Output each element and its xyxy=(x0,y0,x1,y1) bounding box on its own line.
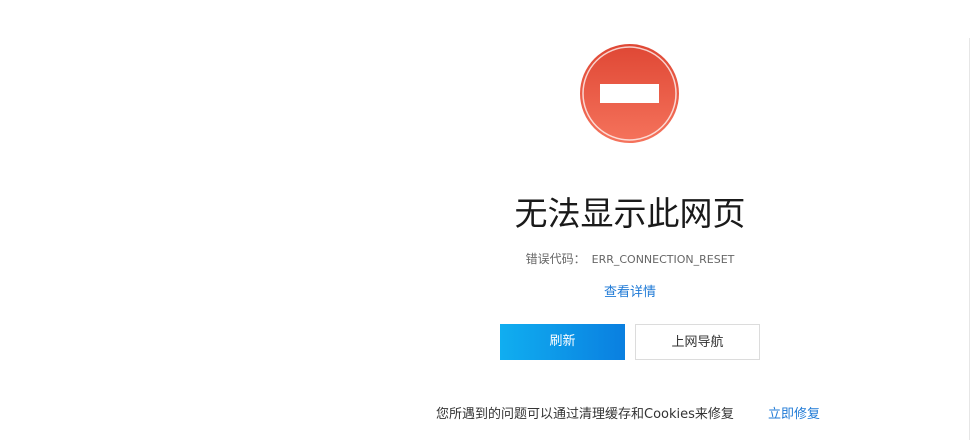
error-code-value: ERR_CONNECTION_RESET xyxy=(591,253,735,266)
fix-suggestion-text: 您所遇到的问题可以通过清理缓存和Cookies来修复 xyxy=(436,407,734,422)
error-page: 无法显示此网页 错误代码： ERR_CONNECTION_RESET 查看详情 刷… xyxy=(0,0,970,440)
no-entry-icon xyxy=(579,43,680,144)
fix-now-link[interactable]: 立即修复 xyxy=(768,405,820,425)
web-navigation-button[interactable]: 上网导航 xyxy=(635,324,760,360)
view-details-link[interactable]: 查看详情 xyxy=(560,283,700,303)
error-code-line: 错误代码： ERR_CONNECTION_RESET xyxy=(460,250,800,269)
refresh-button[interactable]: 刷新 xyxy=(500,324,625,360)
page-title: 无法显示此网页 xyxy=(514,194,746,233)
error-code-label: 错误代码： xyxy=(525,252,586,266)
